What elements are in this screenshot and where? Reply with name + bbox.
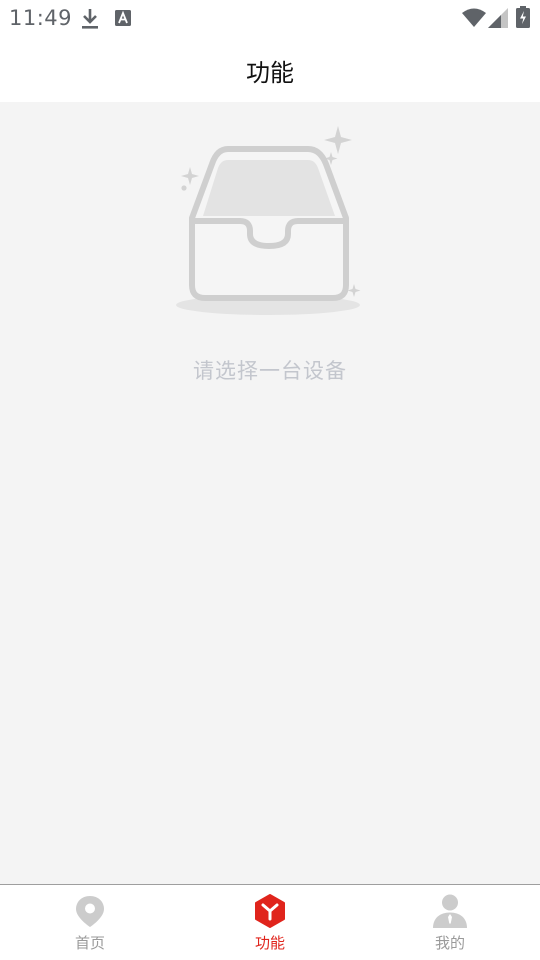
page-title: 功能 [246,59,294,87]
title-bar: 功能 [0,36,540,102]
download-icon [82,9,98,29]
empty-state-message: 请选择一台设备 [193,359,347,383]
status-bar: 11:49 [0,0,540,36]
function-hex-icon [255,894,285,928]
text-a-icon [115,10,131,26]
content-area: 请选择一台设备 [0,102,540,884]
cell-signal-icon [488,8,508,28]
nav-label-function: 功能 [254,934,285,952]
user-icon [433,894,467,928]
location-pin-icon [76,896,104,927]
empty-box-icon [176,126,361,315]
nav-item-function[interactable]: 功能 [180,885,360,960]
bottom-nav: 首页 功能 我的 [0,884,540,960]
battery-charging-icon [516,6,530,28]
nav-label-mine: 我的 [434,934,465,952]
wifi-icon [462,8,486,27]
nav-label-home: 首页 [74,934,105,952]
nav-item-home[interactable]: 首页 [0,885,180,960]
status-time: 11:49 [9,6,73,30]
nav-item-mine[interactable]: 我的 [360,885,540,960]
